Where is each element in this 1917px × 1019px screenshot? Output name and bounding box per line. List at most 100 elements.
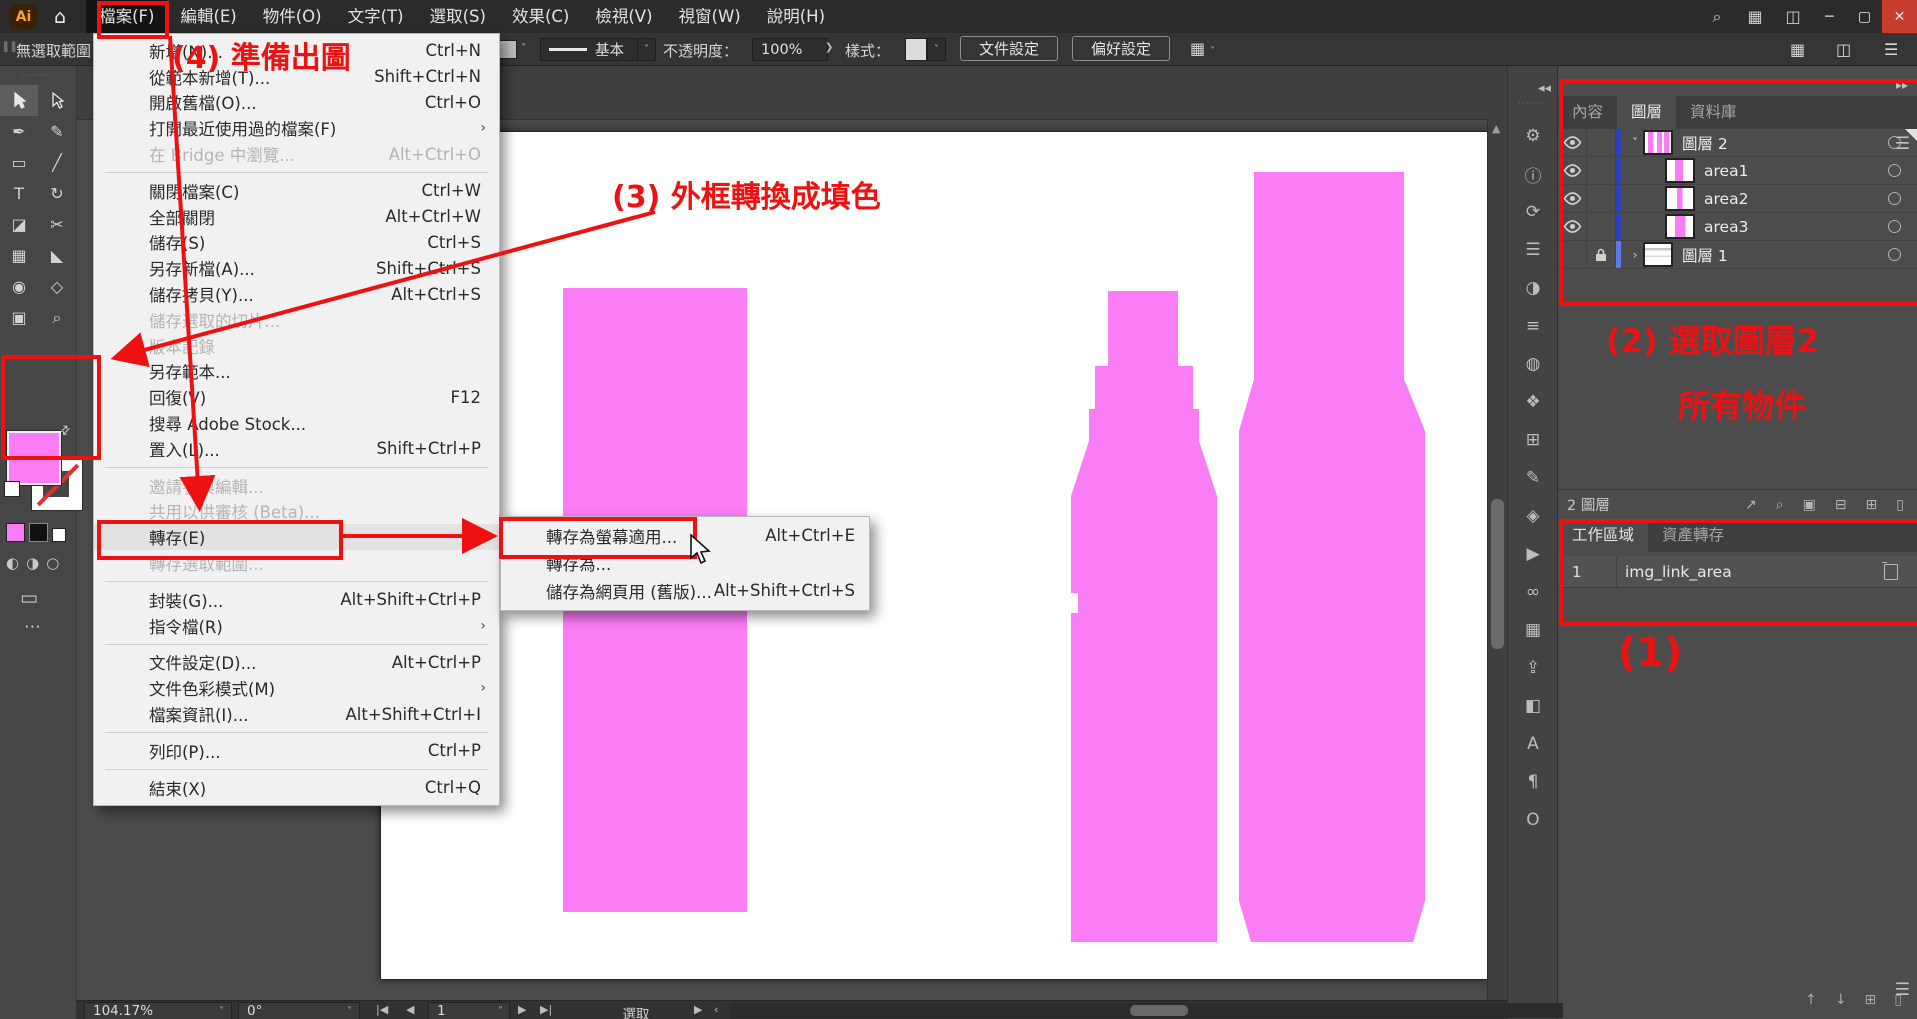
file-menu-item-2[interactable]: 開啟舊檔(O)...Ctrl+O <box>94 90 499 116</box>
artboards-tab-資產轉存[interactable]: 資產轉存 <box>1648 519 1738 552</box>
layer-name[interactable]: 圖層 2 <box>1682 132 1888 154</box>
color-swatch-button[interactable] <box>6 523 25 542</box>
layer-target-circle[interactable] <box>1888 136 1901 149</box>
eyedropper-tool[interactable]: ◣ <box>38 240 76 271</box>
stroke-style-dropdown[interactable]: 基本 <box>540 38 638 61</box>
file-menu-item-13[interactable]: 另存範本... <box>94 359 499 385</box>
zoom-tool[interactable]: ⌕ <box>38 302 76 333</box>
hand-tool[interactable]: ◇ <box>38 271 76 302</box>
draw-behind-icon[interactable]: ◑ <box>26 554 39 572</box>
layer-name[interactable]: area2 <box>1704 190 1888 208</box>
make-clipping-mask-icon[interactable]: ▣ <box>1803 497 1816 513</box>
type-tool[interactable]: T <box>0 178 38 209</box>
draw-normal-icon[interactable]: ◐ <box>6 554 19 572</box>
file-menu-item-28[interactable]: 檔案資訊(I)...Alt+Shift+Ctrl+I <box>94 701 499 727</box>
file-menu-item-3[interactable]: 打開最近使用過的檔案(F)› <box>94 115 499 141</box>
links-icon[interactable]: ∞ <box>1526 573 1540 611</box>
layer-thumbnail[interactable] <box>1643 130 1673 155</box>
lock-icon[interactable] <box>1587 241 1616 268</box>
app-icon[interactable]: Ai <box>10 4 37 29</box>
menubar-item-o[interactable]: 物件(O) <box>250 0 335 33</box>
layer-name[interactable]: area1 <box>1704 162 1888 180</box>
layer-thumbnail[interactable] <box>1665 186 1695 211</box>
file-menu-item-7[interactable]: 全部關閉Alt+Ctrl+W <box>94 204 499 230</box>
layer-thumbnail[interactable] <box>1665 158 1695 183</box>
file-menu-item-14[interactable]: 回復(V)F12 <box>94 384 499 410</box>
file-menu-item-20[interactable]: 轉存(E)› <box>94 524 499 550</box>
opacity-value[interactable]: 100% <box>752 38 828 61</box>
layer-target-circle[interactable] <box>1888 248 1901 261</box>
maximize-button[interactable]: ▢ <box>1847 0 1882 33</box>
file-menu-item-1[interactable]: 從範本新增(T)...Shift+Ctrl+N <box>94 64 499 90</box>
layer-row-area1[interactable]: area1 <box>1558 157 1917 185</box>
file-menu-item-23[interactable]: 封裝(G)...Alt+Shift+Ctrl+P <box>94 587 499 613</box>
file-menu-item-16[interactable]: 置入(L)...Shift+Ctrl+P <box>94 436 499 462</box>
new-layer-icon[interactable]: ⊞ <box>1866 497 1878 513</box>
default-fill-stroke-icon[interactable] <box>4 481 20 497</box>
transparency-icon[interactable]: ◍ <box>1526 345 1541 383</box>
stroke-color-swatch[interactable] <box>498 40 517 59</box>
paragraph-icon[interactable]: ¶ <box>1528 763 1539 801</box>
scissors-tool[interactable]: ✂ <box>38 209 76 240</box>
arrange-documents-icon[interactable]: ◫ <box>1774 7 1812 26</box>
artboard-number-dropdown[interactable]: 1 ˅ <box>428 1002 510 1019</box>
status-expand-icon[interactable]: ▶ <box>694 1003 702 1016</box>
symbols-icon[interactable]: ◈ <box>1526 497 1539 535</box>
layer-thumbnail[interactable] <box>1665 214 1695 239</box>
blend-tool[interactable]: ◉ <box>0 271 38 302</box>
export-submenu-item-1[interactable]: 轉存為... <box>501 550 869 578</box>
fill-color-indicator[interactable] <box>7 431 61 485</box>
layer-row-area2[interactable]: area2 <box>1558 185 1917 213</box>
delete-layer-icon[interactable]: ▯ <box>1896 497 1904 513</box>
export-submenu-item-2[interactable]: 儲存為網頁用 (舊版)...Alt+Shift+Ctrl+S <box>501 577 869 605</box>
collect-for-export-icon[interactable]: ↗ <box>1745 497 1757 513</box>
status-collapse-icon[interactable]: ‹ <box>714 1003 718 1016</box>
stroke-style-chevron-icon[interactable]: ˅ <box>637 38 656 61</box>
layers-tab-內容[interactable]: 內容 <box>1558 96 1617 129</box>
move-up-icon[interactable]: ↑ <box>1805 992 1817 1008</box>
file-menu-item-9[interactable]: 另存新檔(A)...Shift+Ctrl+S <box>94 255 499 281</box>
gradient-icon[interactable]: ◑ <box>1526 269 1541 307</box>
preferences-button[interactable]: 偏好設定 <box>1072 36 1170 61</box>
lock-cell[interactable] <box>1587 185 1616 212</box>
menubar-item-c[interactable]: 效果(C) <box>499 0 582 33</box>
swatches-icon[interactable]: ⊞ <box>1526 421 1540 459</box>
move-down-icon[interactable]: ↓ <box>1835 992 1847 1008</box>
file-menu-item-30[interactable]: 列印(P)...Ctrl+P <box>94 738 499 764</box>
eraser-tool[interactable]: ◪ <box>0 209 38 240</box>
layer-target-circle[interactable] <box>1888 192 1901 205</box>
layer-row-圖層 1[interactable]: ›圖層 1 <box>1558 241 1917 269</box>
home-icon[interactable]: ⌂ <box>54 6 66 28</box>
layer-target-circle[interactable] <box>1888 220 1901 233</box>
menubar-item-w[interactable]: 視窗(W) <box>666 0 754 33</box>
pathfinder-icon[interactable]: ❖ <box>1525 383 1540 421</box>
file-menu-item-10[interactable]: 儲存拷貝(Y)...Alt+Ctrl+S <box>94 281 499 307</box>
style-chevron-icon[interactable]: ˅ <box>927 38 946 61</box>
artboards-tab-工作區域[interactable]: 工作區域 <box>1558 519 1648 552</box>
chevron-right-icon[interactable]: › <box>1627 248 1643 262</box>
next-artboard-icon[interactable]: ▶ <box>518 1003 526 1016</box>
document-setup-button[interactable]: 文件設定 <box>960 36 1058 61</box>
file-menu-item-6[interactable]: 關閉檔案(C)Ctrl+W <box>94 178 499 204</box>
style-swatch[interactable] <box>905 38 927 61</box>
visibility-eye-icon[interactable] <box>1558 129 1587 156</box>
export-submenu-item-0[interactable]: 轉存為螢幕適用...Alt+Ctrl+E <box>501 522 869 550</box>
layer-target-circle[interactable] <box>1888 164 1901 177</box>
stroke-swatch-chevron-icon[interactable]: ˅ <box>521 43 526 54</box>
file-menu-item-32[interactable]: 結束(X)Ctrl+Q <box>94 775 499 801</box>
shape-area3[interactable] <box>1239 172 1425 942</box>
artboard-name[interactable]: img_link_area <box>1625 563 1884 581</box>
minimize-button[interactable]: ─ <box>1812 0 1847 33</box>
pen-tool[interactable]: ✒ <box>0 116 38 147</box>
layers-tab-圖層[interactable]: 圖層 <box>1617 96 1676 129</box>
history-icon[interactable]: ⟳ <box>1526 193 1540 231</box>
menubar-item-f[interactable]: 檔案(F) <box>86 0 167 33</box>
file-menu-item-8[interactable]: 儲存(S)Ctrl+S <box>94 230 499 256</box>
last-artboard-icon[interactable]: ▶| <box>540 1003 552 1016</box>
first-artboard-icon[interactable]: |◀ <box>376 1003 388 1016</box>
collapse-panels-icon[interactable]: ▸▸ <box>1896 78 1908 92</box>
vertical-scroll-thumb[interactable] <box>1491 499 1504 649</box>
align-options-icon[interactable]: ▦˅ <box>1190 39 1215 58</box>
delete-artboard-icon[interactable]: ▯ <box>1894 992 1902 1008</box>
new-artboard-icon[interactable]: ⊞ <box>1865 992 1877 1008</box>
